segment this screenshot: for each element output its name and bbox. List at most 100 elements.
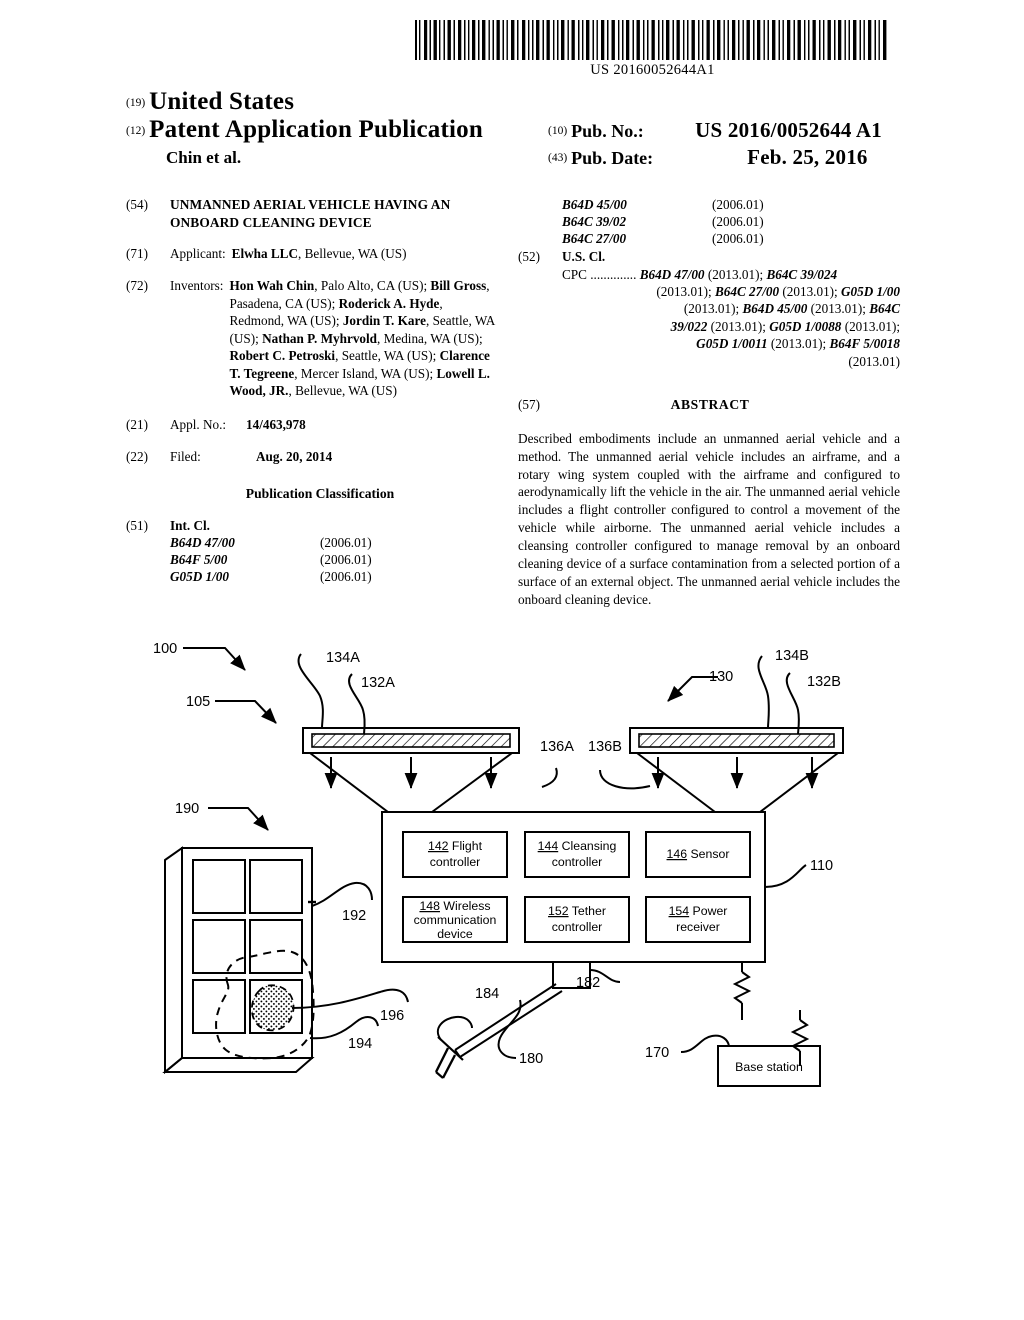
cleaning-head-blade-cap <box>435 1071 444 1079</box>
lead-curve-132B <box>785 672 800 735</box>
inventor-address: , Medina, WA (US); <box>377 330 483 346</box>
lead-curve-184 <box>436 1015 473 1041</box>
inventors-label: Inventors: <box>170 278 224 294</box>
cpc-code: B64C 27/00 <box>714 284 780 300</box>
ipc-code: B64D 45/00 <box>562 197 627 212</box>
cpc-line: CPC .............. B64D 47/00 (2013.01);… <box>562 266 900 283</box>
component-num-152: 152 <box>548 904 569 918</box>
pub-date-value: Feb. 25, 2016 <box>747 145 868 169</box>
country-name: United States <box>149 88 295 115</box>
ref-numeral-196: 196 <box>380 1008 404 1024</box>
lead-line-100 <box>183 647 246 671</box>
inventor-name: Roderick A. Hyde <box>338 295 440 311</box>
ref-numeral-132B: 132B <box>807 674 841 690</box>
ref-numeral-170: 170 <box>645 1045 669 1061</box>
filed-row: Filed: Aug. 20, 2014 <box>170 448 498 465</box>
component-num-146: 146 <box>667 847 688 861</box>
inventor-address: , Seattle, WA (US); <box>335 348 437 364</box>
appl-no-row: Appl. No.: 14/463,978 <box>170 416 498 433</box>
cleaning-head-bar <box>437 1036 464 1061</box>
applicant-label: Applicant: <box>170 245 226 261</box>
inventor-name: Robert C. Petroski <box>229 348 336 364</box>
field-applicant-code: (71) <box>126 245 148 261</box>
biblio-right-column: B64D 45/00 (2006.01) B64C 39/02 (2006.01… <box>518 196 900 609</box>
int-cl-block: Int. Cl. B64D 47/00 (2006.01) B64F 5/00 … <box>170 517 498 586</box>
cpc-line: (2013.01); B64D 45/00 (2013.01); B64C <box>562 300 900 317</box>
inventors-list: Hon Wah Chin, Palo Alto, CA (US); Bill G… <box>229 277 498 400</box>
cpc-date: (2013.01); <box>807 301 870 317</box>
abstract-code: (57) <box>518 397 540 413</box>
pub-no-value: US 2016/0052644 A1 <box>695 118 882 142</box>
inventor-name: Hon Wah Chin <box>229 278 315 294</box>
window-pane <box>249 919 303 974</box>
inventor-address: , Bellevue, WA (US) <box>288 383 398 399</box>
cpc-code: B64D 47/00 <box>639 266 705 282</box>
cpc-line: (2013.01) <box>562 353 900 370</box>
lead-curve-136A <box>541 767 558 788</box>
inventor-name: Jordin T. Kare <box>342 313 426 329</box>
pub-date-num: (43) <box>548 152 568 164</box>
cpc-date: (2013.01); <box>704 266 767 282</box>
component-num-154: 154 <box>669 904 690 918</box>
applicant-value: Elwha LLC, Bellevue, WA (US) <box>232 245 498 263</box>
component-box-142-line1: 142 Flight <box>428 839 483 853</box>
field-us-cl: (52) U.S. Cl. CPC .............. B64D 47… <box>518 248 900 370</box>
ipc-date: (2006.01) <box>320 535 372 551</box>
ipc-code: B64C 39/02 <box>562 214 627 230</box>
int-cl-label: Int. Cl. <box>170 518 210 534</box>
strut <box>431 752 513 813</box>
patent-figure: 100 105 134A 132A 130 134B 132B 136A 136… <box>0 620 1024 1120</box>
pub-no-row: (10) Pub. No.: US 2016/0052644 A1 <box>548 118 882 143</box>
us-cl-block: U.S. Cl. CPC .............. B64D 47/00 (… <box>562 248 900 370</box>
component-num-142: 142 <box>428 839 449 853</box>
lead-curve-192 <box>311 881 373 907</box>
cpc-code: 39/022 <box>670 318 708 334</box>
component-box-142-line2: controller <box>430 855 481 869</box>
ref-numeral-136A: 136A <box>540 739 574 755</box>
strut <box>759 752 839 813</box>
ref-numeral-134A: 134A <box>326 650 360 666</box>
component-box-154-line1: 154 Power <box>669 904 728 918</box>
filed-value: Aug. 20, 2014 <box>256 449 333 465</box>
component-box-144-line2: controller <box>552 855 603 869</box>
cpc-prefix: CPC .............. <box>562 266 637 282</box>
field-appl-no: (21) Appl. No.: 14/463,978 <box>126 416 498 433</box>
component-box-152-line1: 152 Tether <box>548 904 606 918</box>
component-box-146-line1: 146 Sensor <box>667 847 730 861</box>
cpc-code: G05D 1/0088 <box>769 318 842 334</box>
abstract-text: Described embodiments include an unmanne… <box>518 430 900 607</box>
component-box-154-line2: receiver <box>676 920 720 934</box>
ipc-code: B64D 47/00 <box>170 535 235 551</box>
biblio-left-column: (54) UNMANNED AERIAL VEHICLE HAVING AN O… <box>126 196 498 599</box>
field-us-cl-code: (52) <box>518 249 540 265</box>
field-appl-no-code: (21) <box>126 417 148 433</box>
document-header: (19) United States (12) Patent Applicati… <box>0 88 1024 176</box>
ref-numeral-190: 190 <box>175 801 199 817</box>
applicant-address: , Bellevue, WA (US) <box>298 245 407 261</box>
doc-type-title: Patent Application Publication <box>149 116 483 143</box>
field-int-cl: (51) Int. Cl. B64D 47/00 (2006.01) B64F … <box>126 517 498 586</box>
barcode-bars <box>415 20 887 60</box>
ref-numeral-192: 192 <box>342 908 366 924</box>
field-applicant: (71) Applicant: Elwha LLC, Bellevue, WA … <box>126 245 498 263</box>
ref-numeral-182: 182 <box>576 975 600 991</box>
cpc-date: (2013.01) <box>848 353 900 369</box>
pub-no-num: (10) <box>548 125 568 137</box>
cpc-code: G05D 1/00 <box>841 284 900 300</box>
cpc-code: G05D 1/0011 <box>696 336 768 352</box>
appl-no-value: 14/463,978 <box>246 417 306 433</box>
window-pane <box>249 859 303 914</box>
window-pane <box>192 859 246 914</box>
cpc-date: (2013.01); <box>656 284 715 300</box>
country-code-num: (19) <box>126 97 146 109</box>
cpc-code: B64F 5/0018 <box>829 336 900 352</box>
lead-curve-136B <box>599 769 651 790</box>
ipc-row: B64F 5/00 (2006.01) <box>170 551 498 568</box>
applicant-name: Elwha LLC <box>231 245 298 261</box>
lead-curve-134A <box>297 653 324 729</box>
publication-barcode-text: US 20160052644A1 <box>590 62 715 78</box>
field-filed: (22) Filed: Aug. 20, 2014 <box>126 448 498 465</box>
doc-type-line: (12) Patent Application Publication <box>126 116 483 144</box>
component-box-148-line1: 148 Wireless <box>419 899 490 913</box>
field-title: (54) UNMANNED AERIAL VEHICLE HAVING AN O… <box>126 196 498 232</box>
